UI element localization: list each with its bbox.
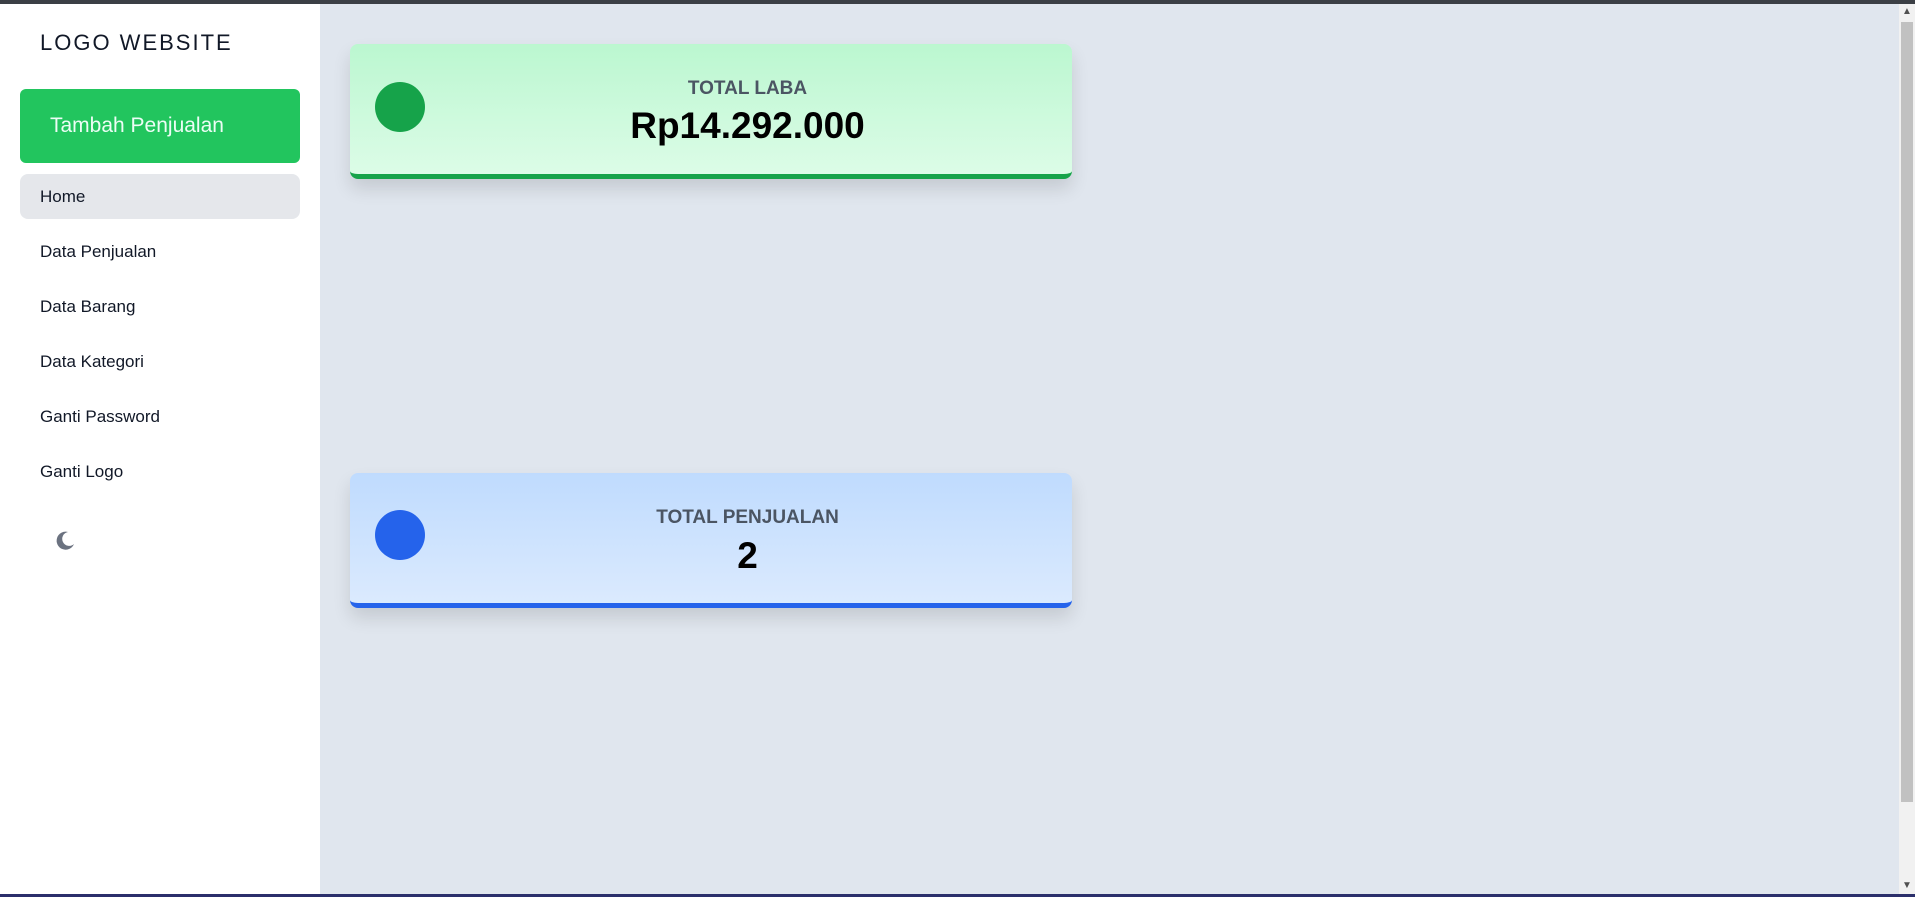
sidebar-item-data-barang[interactable]: Data Barang: [20, 284, 300, 329]
total-profit-card: TOTAL LABA Rp14.292.000: [350, 44, 1072, 179]
sidebar-item-data-penjualan[interactable]: Data Penjualan: [20, 229, 300, 274]
total-sales-label: TOTAL PENJUALAN: [656, 507, 839, 528]
scroll-down-arrow-icon[interactable]: ▼: [1899, 878, 1915, 894]
sidebar: LOGO WEBSITE Tambah Penjualan Home Data …: [0, 4, 320, 894]
moon-icon[interactable]: [52, 528, 78, 554]
sidebar-nav: Home Data Penjualan Data Barang Data Kat…: [20, 174, 300, 504]
total-profit-value: Rp14.292.000: [630, 105, 865, 146]
scroll-up-arrow-icon[interactable]: ▲: [1899, 4, 1915, 20]
sidebar-item-data-kategori[interactable]: Data Kategori: [20, 339, 300, 384]
sidebar-item-home[interactable]: Home: [20, 174, 300, 219]
scrollbar-thumb[interactable]: [1901, 22, 1913, 802]
total-sales-card: TOTAL PENJUALAN 2: [350, 473, 1072, 608]
sidebar-item-ganti-logo[interactable]: Ganti Logo: [20, 449, 300, 494]
dashboard-main: TOTAL LABA Rp14.292.000 TOTAL PENJUALAN …: [320, 4, 1895, 894]
add-sale-button[interactable]: Tambah Penjualan: [20, 89, 300, 163]
site-logo[interactable]: LOGO WEBSITE: [40, 30, 233, 56]
sidebar-item-ganti-password[interactable]: Ganti Password: [20, 394, 300, 439]
moon-icon-svg: [56, 531, 74, 550]
total-profit-label: TOTAL LABA: [687, 78, 808, 99]
total-sales-value: 2: [737, 535, 758, 576]
vertical-scrollbar[interactable]: ▲ ▼: [1899, 4, 1915, 894]
